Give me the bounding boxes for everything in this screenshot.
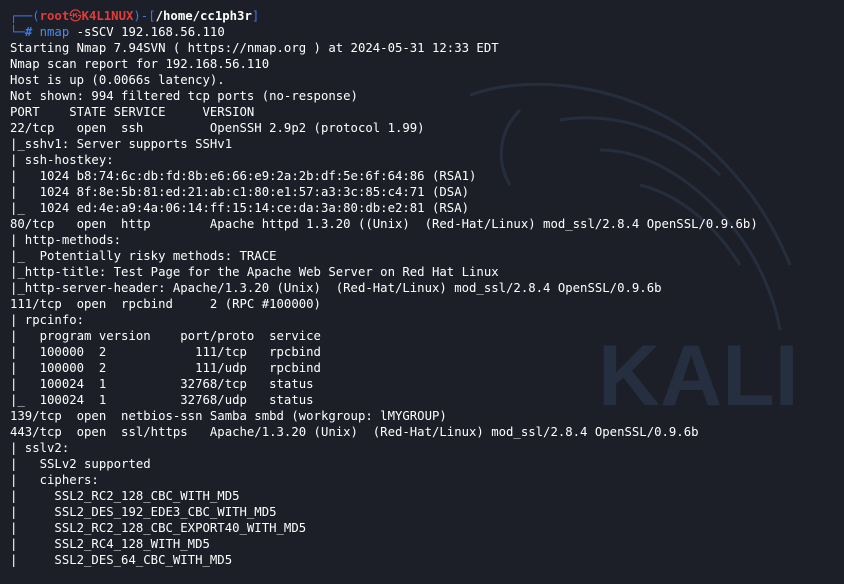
output-line: | sslv2:	[10, 441, 70, 455]
output-line: | SSLv2 supported	[10, 457, 151, 471]
prompt-at-symbol: ㉿	[69, 9, 82, 23]
output-line: 111/tcp open rpcbind 2 (RPC #100000)	[10, 297, 321, 311]
output-line: | 100000 2 111/udp rpcbind	[10, 361, 321, 375]
command-args: -sSCV 192.168.56.110	[69, 25, 225, 39]
output-line: | program version port/proto service	[10, 329, 321, 343]
output-line: Host is up (0.0066s latency).	[10, 73, 225, 87]
output-line: | SSL2_DES_192_EDE3_CBC_WITH_MD5	[10, 505, 277, 519]
output-line: Nmap scan report for 192.168.56.110	[10, 57, 270, 71]
output-line: 139/tcp open netbios-ssn Samba smbd (wor…	[10, 409, 447, 423]
prompt-line-1: ┌──(root㉿K4L1NUX)-[/home/cc1ph3r]	[10, 9, 260, 23]
terminal-output[interactable]: ┌──(root㉿K4L1NUX)-[/home/cc1ph3r] └─# nm…	[0, 8, 844, 568]
output-line: |_ Potentially risky methods: TRACE	[10, 249, 277, 263]
prompt-host: K4L1NUX	[81, 9, 134, 23]
output-line: | ssh-hostkey:	[10, 153, 114, 167]
output-line: |_sshv1: Server supports SSHv1	[10, 137, 233, 151]
output-line: |_ 1024 ed:4e:a9:4a:06:14:ff:15:14:ce:da…	[10, 201, 470, 215]
prompt-user: root	[39, 9, 70, 23]
command-name: nmap	[39, 25, 70, 39]
scan-output: Starting Nmap 7.94SVN ( https://nmap.org…	[0, 40, 844, 568]
output-line: 22/tcp open ssh OpenSSH 2.9p2 (protocol …	[10, 121, 425, 135]
output-line: Not shown: 994 filtered tcp ports (no-re…	[10, 89, 358, 103]
output-line: | SSL2_RC4_128_WITH_MD5	[10, 537, 210, 551]
terminal-window[interactable]: KALI ┌──(root㉿K4L1NUX)-[/home/cc1ph3r] └…	[0, 0, 844, 584]
output-line: | SSL2_RC2_128_CBC_WITH_MD5	[10, 489, 240, 503]
output-line: | rpcinfo:	[10, 313, 85, 327]
output-line: | ciphers:	[10, 473, 99, 487]
output-line: | 1024 b8:74:6c:db:fd:8b:e6:66:e9:2a:2b:…	[10, 169, 477, 183]
output-line: |_http-server-header: Apache/1.3.20 (Uni…	[10, 281, 662, 295]
prompt-line-2: └─# nmap -sSCV 192.168.56.110	[10, 25, 225, 39]
output-line: | 100000 2 111/tcp rpcbind	[10, 345, 321, 359]
output-line: | 100024 1 32768/tcp status	[10, 377, 314, 391]
output-line: PORT STATE SERVICE VERSION	[10, 105, 255, 119]
output-line: | 1024 8f:8e:5b:81:ed:21:ab:c1:80:e1:57:…	[10, 185, 470, 199]
prompt-path: /home/cc1ph3r	[155, 9, 252, 23]
output-line: Starting Nmap 7.94SVN ( https://nmap.org…	[10, 41, 499, 55]
output-line: | SSL2_RC2_128_CBC_EXPORT40_WITH_MD5	[10, 521, 307, 535]
output-line: | http-methods:	[10, 233, 122, 247]
output-line: 443/tcp open ssl/https Apache/1.3.20 (Un…	[10, 425, 699, 439]
output-line: |_http-title: Test Page for the Apache W…	[10, 265, 499, 279]
output-line: 80/tcp open http Apache httpd 1.3.20 ((U…	[10, 217, 758, 231]
output-line: | SSL2_DES_64_CBC_WITH_MD5	[10, 553, 233, 567]
output-line: |_ 100024 1 32768/udp status	[10, 393, 314, 407]
